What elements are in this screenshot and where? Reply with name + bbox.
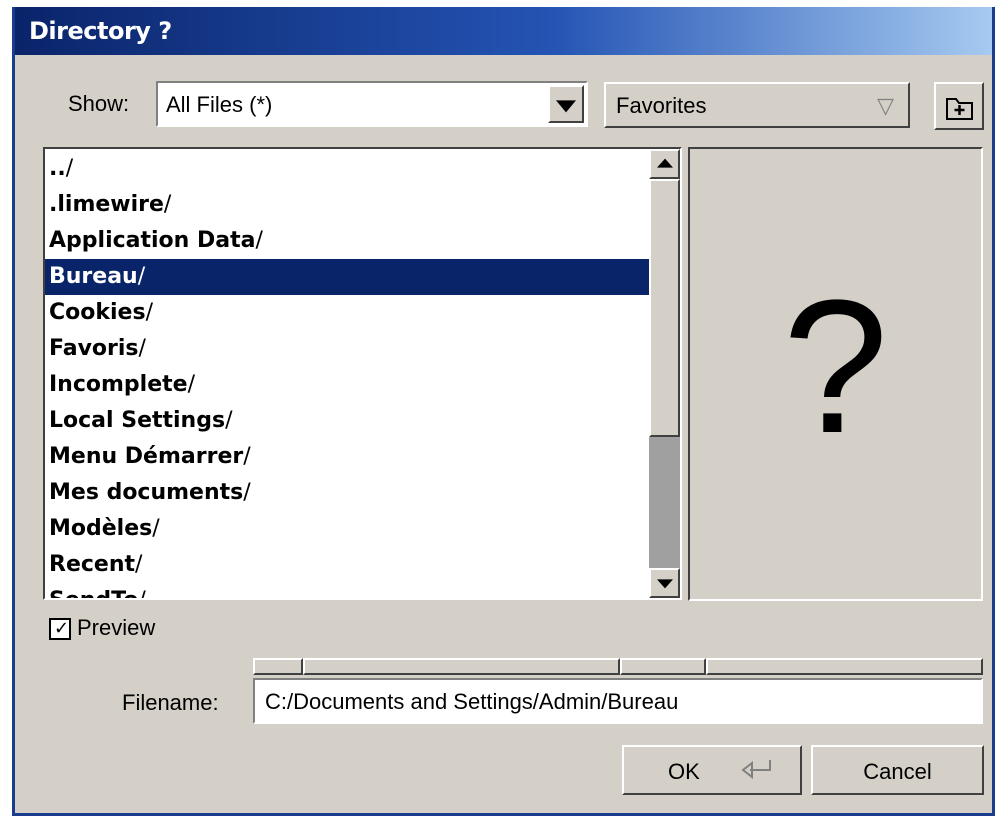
file-name: .limewire (49, 192, 164, 217)
file-list[interactable]: ../.limewire/Application Data/Bureau/Coo… (43, 147, 682, 600)
scroll-track[interactable] (649, 437, 680, 568)
path-segment[interactable] (706, 658, 983, 675)
file-list-item[interactable]: Local Settings/ (45, 403, 649, 439)
show-filter-value: All Files (*) (166, 92, 273, 117)
favorites-label: Favorites (616, 93, 707, 118)
path-segment[interactable] (253, 658, 303, 675)
title-bar[interactable]: Directory ? (15, 7, 992, 55)
show-dropdown-button[interactable] (548, 85, 584, 123)
file-list-item[interactable]: Modèles/ (45, 511, 649, 547)
file-name: SendTo (49, 588, 138, 598)
chevron-down-icon (556, 100, 576, 113)
file-name: Modèles (49, 516, 153, 541)
preview-checkbox[interactable]: ✓ (49, 618, 71, 640)
file-name: Application Data (49, 228, 256, 253)
directory-separator: / (163, 192, 172, 217)
new-folder-icon (946, 98, 973, 120)
file-list-item[interactable]: Menu Démarrer/ (45, 439, 649, 475)
file-list-item[interactable]: .limewire/ (45, 187, 649, 223)
new-folder-button[interactable] (934, 82, 984, 130)
path-segment[interactable] (620, 658, 706, 675)
file-name: Local Settings (49, 408, 226, 433)
arrow-up-icon (656, 158, 673, 168)
file-name: Favoris (49, 336, 139, 361)
enter-key-icon (741, 760, 771, 780)
file-list-item[interactable]: Recent/ (45, 547, 649, 583)
filename-value: C:/Documents and Settings/Admin/Bureau (265, 689, 679, 714)
directory-separator: / (243, 480, 251, 505)
file-list-item[interactable]: Bureau/ (45, 259, 649, 295)
file-name: Recent (49, 552, 136, 577)
directory-separator: / (65, 156, 74, 181)
checkmark-icon: ✓ (54, 618, 70, 639)
file-name: Incomplete (49, 372, 188, 397)
file-list-item[interactable]: Application Data/ (45, 223, 649, 259)
scroll-thumb[interactable] (649, 179, 680, 437)
directory-dialog: Directory ? Show: All Files (*) Favorite… (12, 7, 995, 816)
scroll-down-button[interactable] (649, 568, 680, 598)
arrow-down-icon (656, 579, 673, 589)
directory-separator: / (243, 444, 251, 469)
filename-input[interactable]: C:/Documents and Settings/Admin/Bureau (253, 678, 983, 724)
show-label: Show: (68, 91, 130, 116)
ok-button[interactable]: OK (622, 745, 802, 795)
file-name: Bureau (49, 264, 138, 289)
file-name: Cookies (49, 300, 146, 325)
directory-separator: / (145, 300, 153, 325)
file-name: .. (49, 156, 66, 181)
ok-label: OK (668, 759, 700, 784)
path-segment[interactable] (303, 658, 620, 675)
file-list-item[interactable]: Incomplete/ (45, 367, 649, 403)
scroll-up-button[interactable] (649, 149, 680, 179)
favorites-button[interactable]: Favorites ▽ (604, 82, 910, 128)
directory-separator: / (138, 588, 145, 598)
file-list-item[interactable]: Favoris/ (45, 331, 649, 367)
favorites-arrow-icon: ▽ (877, 94, 894, 119)
file-list-item[interactable]: Mes documents/ (45, 475, 649, 511)
file-name: Menu Démarrer (49, 444, 244, 469)
cancel-label: Cancel (863, 759, 932, 784)
directory-separator: / (152, 516, 160, 541)
directory-separator: / (137, 264, 146, 289)
directory-separator: / (135, 552, 143, 577)
file-list-items: ../.limewire/Application Data/Bureau/Coo… (45, 151, 649, 598)
file-name: Mes documents (49, 480, 244, 505)
file-list-item[interactable]: SendTo/ (45, 583, 649, 598)
vertical-scrollbar[interactable] (649, 149, 680, 598)
directory-separator: / (225, 408, 233, 433)
directory-separator: / (187, 372, 195, 397)
file-list-item[interactable]: ../ (45, 151, 649, 187)
preview-placeholder-icon: ? (782, 261, 889, 473)
preview-checkbox-label[interactable]: Preview (77, 615, 155, 641)
directory-separator: / (138, 336, 146, 361)
filename-label: Filename: (122, 690, 219, 715)
cancel-button[interactable]: Cancel (811, 745, 984, 795)
show-filter-select[interactable]: All Files (*) (156, 81, 588, 127)
directory-separator: / (255, 228, 263, 253)
window-title: Directory ? (29, 17, 172, 45)
preview-pane: ? (688, 147, 983, 601)
file-list-item[interactable]: Cookies/ (45, 295, 649, 331)
